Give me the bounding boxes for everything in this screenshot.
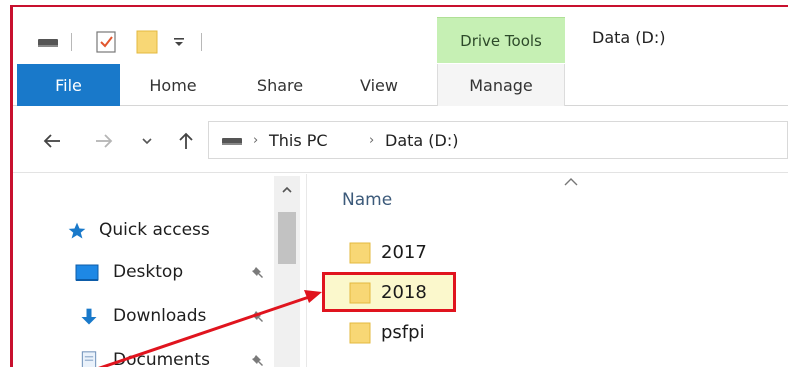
file-row-psfpi[interactable]: psfpi — [343, 318, 683, 350]
folder-icon — [349, 322, 371, 344]
pin-icon[interactable] — [251, 310, 265, 324]
breadcrumb-data-drive[interactable]: Data (D:) — [385, 131, 458, 150]
download-arrow-icon — [81, 308, 97, 325]
nav-item-label: Downloads — [113, 306, 207, 326]
nav-item-label: Desktop — [113, 262, 184, 282]
forward-arrow-icon — [96, 134, 113, 148]
up-button[interactable] — [173, 127, 199, 155]
pin-icon[interactable] — [251, 354, 265, 367]
nav-item-label: Documents — [113, 350, 210, 367]
folder-icon — [349, 242, 371, 264]
highlight-box — [322, 272, 456, 312]
chevron-down-icon — [142, 138, 152, 145]
nav-item-desktop[interactable]: Desktop — [13, 258, 283, 288]
navigation-bar: › This PC › Data (D:) — [13, 107, 788, 173]
breadcrumb-this-pc[interactable]: This PC — [269, 131, 328, 150]
column-header-name[interactable]: Name — [342, 190, 392, 210]
scroll-up-button[interactable] — [274, 176, 300, 204]
quick-access-toolbar — [13, 7, 788, 65]
tab-file[interactable]: File — [17, 64, 120, 106]
ribbon-tabs: File Home Share View Manage — [13, 64, 788, 106]
up-arrow-icon — [179, 132, 193, 149]
drive-tools-label: Drive Tools — [460, 32, 542, 50]
recent-locations-button[interactable] — [137, 127, 157, 155]
tab-view[interactable]: View — [349, 64, 409, 106]
tab-manage[interactable]: Manage — [437, 64, 565, 106]
star-icon — [68, 222, 86, 239]
properties-icon[interactable] — [93, 29, 119, 55]
tab-home[interactable]: Home — [133, 64, 213, 106]
pin-icon[interactable] — [251, 266, 265, 280]
sort-ascending-icon — [564, 178, 578, 186]
file-name: 2017 — [381, 242, 427, 263]
window-border — [10, 5, 13, 367]
customize-toolbar-chevron-icon[interactable] — [169, 29, 189, 55]
drive-icon — [222, 138, 242, 145]
desktop-icon — [75, 264, 99, 281]
window-title: Data (D:) — [592, 28, 666, 47]
toolbar-separator — [71, 33, 72, 51]
nav-item-downloads[interactable]: Downloads — [13, 302, 283, 332]
nav-item-label: Quick access — [99, 220, 210, 240]
address-bar[interactable]: › This PC › Data (D:) — [208, 121, 788, 159]
file-name: psfpi — [381, 322, 425, 343]
new-folder-icon[interactable] — [133, 29, 161, 55]
chevron-up-icon — [282, 186, 292, 193]
file-row-2017[interactable]: 2017 — [343, 238, 683, 270]
back-button[interactable] — [39, 127, 65, 155]
file-explorer-window: Drive Tools Data (D:) File Home Share Vi… — [0, 0, 788, 367]
tab-share[interactable]: Share — [245, 64, 315, 106]
window-border — [10, 5, 788, 7]
nav-item-documents[interactable]: Documents — [13, 346, 283, 367]
nav-pane-scrollbar[interactable] — [274, 176, 300, 367]
navigation-pane: Quick access Desktop Downloads Documents — [13, 174, 303, 367]
forward-button[interactable] — [91, 127, 117, 155]
drive-tools-context-tab: Drive Tools — [437, 17, 565, 63]
back-arrow-icon — [43, 134, 60, 148]
drive-icon[interactable] — [35, 29, 61, 55]
nav-item-quick-access[interactable]: Quick access — [13, 216, 283, 246]
toolbar-separator — [201, 33, 202, 51]
breadcrumb-chevron-icon: › — [253, 133, 259, 148]
document-icon — [81, 351, 97, 367]
scroll-thumb[interactable] — [278, 212, 296, 264]
breadcrumb-chevron-icon: › — [369, 133, 375, 148]
